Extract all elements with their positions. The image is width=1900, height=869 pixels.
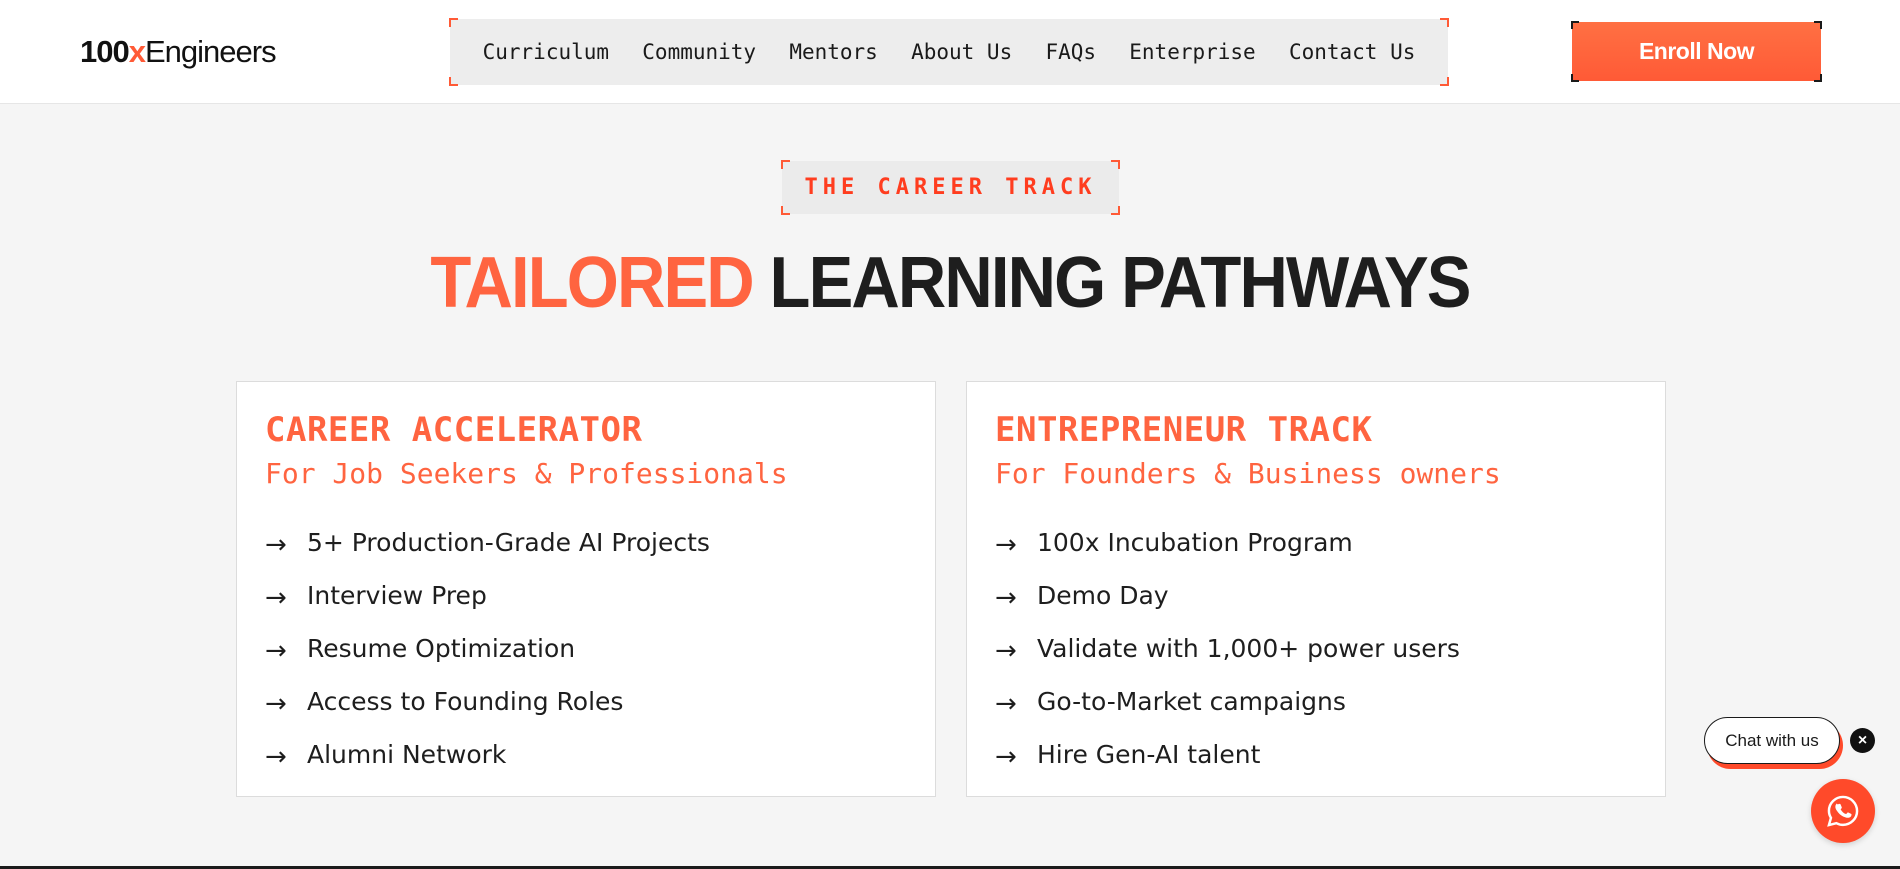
feature-text: 100x Incubation Program bbox=[1037, 528, 1353, 557]
arrow-right-icon: → bbox=[995, 582, 1017, 613]
feature-text: Validate with 1,000+ power users bbox=[1037, 634, 1460, 663]
list-item: → Hire Gen-AI talent bbox=[995, 728, 1637, 781]
enroll-now-button[interactable]: Enroll Now bbox=[1571, 21, 1822, 82]
tag-corner bbox=[1111, 206, 1120, 215]
enroll-now-label: Enroll Now bbox=[1638, 38, 1755, 64]
close-icon[interactable]: × bbox=[1850, 728, 1875, 753]
button-corner bbox=[1814, 21, 1822, 29]
nav-corner bbox=[1440, 77, 1449, 86]
feature-text: Demo Day bbox=[1037, 581, 1169, 610]
feature-text: Go-to-Market campaigns bbox=[1037, 687, 1346, 716]
tag-corner bbox=[1111, 160, 1120, 169]
button-corner bbox=[1814, 74, 1822, 82]
nav-about-us[interactable]: About Us bbox=[911, 40, 1012, 64]
logo-number: 100 bbox=[80, 34, 130, 69]
list-item: → Access to Founding Roles bbox=[265, 675, 907, 728]
feature-text: Hire Gen-AI talent bbox=[1037, 740, 1261, 769]
entrepreneur-track-card: ENTREPRENEUR TRACK For Founders & Busine… bbox=[966, 381, 1666, 797]
list-item: → Demo Day bbox=[995, 569, 1637, 622]
tag-corner bbox=[781, 206, 790, 215]
feature-text: 5+ Production-Grade AI Projects bbox=[307, 528, 710, 557]
list-item: → 100x Incubation Program bbox=[995, 516, 1637, 569]
arrow-right-icon: → bbox=[995, 529, 1017, 560]
card-subtitle: For Job Seekers & Professionals bbox=[265, 457, 788, 490]
arrow-right-icon: → bbox=[995, 741, 1017, 772]
whatsapp-icon bbox=[1827, 795, 1859, 827]
list-item: → Go-to-Market campaigns bbox=[995, 675, 1637, 728]
section-headline: TAILORED LEARNING PATHWAYS bbox=[67, 240, 1834, 326]
section-tag: THE CAREER TRACK bbox=[781, 160, 1120, 215]
arrow-right-icon: → bbox=[265, 529, 287, 560]
career-accelerator-card: CAREER ACCELERATOR For Job Seekers & Pro… bbox=[236, 381, 936, 797]
section-tag-label: THE CAREER TRACK bbox=[804, 175, 1097, 200]
feature-list: → 100x Incubation Program → Demo Day → Vali… bbox=[995, 516, 1637, 781]
feature-text: Resume Optimization bbox=[307, 634, 576, 663]
list-item: → Validate with 1,000+ power users bbox=[995, 622, 1637, 675]
chat-with-us-label: Chat with us bbox=[1725, 730, 1819, 750]
nav-corner bbox=[449, 77, 458, 86]
logo-x: x bbox=[128, 34, 146, 69]
nav-enterprise[interactable]: Enterprise bbox=[1129, 40, 1255, 64]
nav-corner bbox=[1440, 18, 1449, 27]
arrow-right-icon: → bbox=[995, 635, 1017, 666]
nav-faqs[interactable]: FAQs bbox=[1045, 40, 1096, 64]
feature-text: Access to Founding Roles bbox=[307, 687, 624, 716]
headline-highlight: TAILORED bbox=[430, 243, 754, 323]
button-corner bbox=[1571, 21, 1579, 29]
feature-text: Alumni Network bbox=[307, 740, 507, 769]
nav-contact-us[interactable]: Contact Us bbox=[1289, 40, 1415, 64]
nav-mentors[interactable]: Mentors bbox=[789, 40, 878, 64]
headline-rest: LEARNING PATHWAYS bbox=[769, 243, 1472, 323]
site-header: 100xEngineers Curriculum Community Mento… bbox=[0, 0, 1900, 104]
logo[interactable]: 100xEngineers bbox=[80, 32, 277, 72]
arrow-right-icon: → bbox=[265, 688, 287, 719]
list-item: → Alumni Network bbox=[265, 728, 907, 781]
feature-list: → 5+ Production-Grade AI Projects → Interv… bbox=[265, 516, 907, 781]
list-item: → 5+ Production-Grade AI Projects bbox=[265, 516, 907, 569]
tag-corner bbox=[781, 160, 790, 169]
nav-curriculum[interactable]: Curriculum bbox=[483, 40, 609, 64]
main-nav: Curriculum Community Mentors About Us FA… bbox=[449, 18, 1449, 86]
feature-text: Interview Prep bbox=[307, 581, 487, 610]
arrow-right-icon: → bbox=[265, 741, 287, 772]
card-title: CAREER ACCELERATOR bbox=[265, 410, 643, 450]
list-item: → Resume Optimization bbox=[265, 622, 907, 675]
arrow-right-icon: → bbox=[265, 582, 287, 613]
logo-text: Engineers bbox=[144, 34, 277, 69]
list-item: → Interview Prep bbox=[265, 569, 907, 622]
nav-corner bbox=[449, 18, 458, 27]
button-corner bbox=[1571, 74, 1579, 82]
whatsapp-button[interactable] bbox=[1811, 779, 1875, 843]
arrow-right-icon: → bbox=[265, 635, 287, 666]
card-subtitle: For Founders & Business owners bbox=[995, 457, 1501, 490]
nav-community[interactable]: Community bbox=[642, 40, 756, 64]
chat-with-us-button[interactable]: Chat with us bbox=[1704, 717, 1840, 764]
arrow-right-icon: → bbox=[995, 688, 1017, 719]
card-title: ENTREPRENEUR TRACK bbox=[995, 410, 1373, 450]
